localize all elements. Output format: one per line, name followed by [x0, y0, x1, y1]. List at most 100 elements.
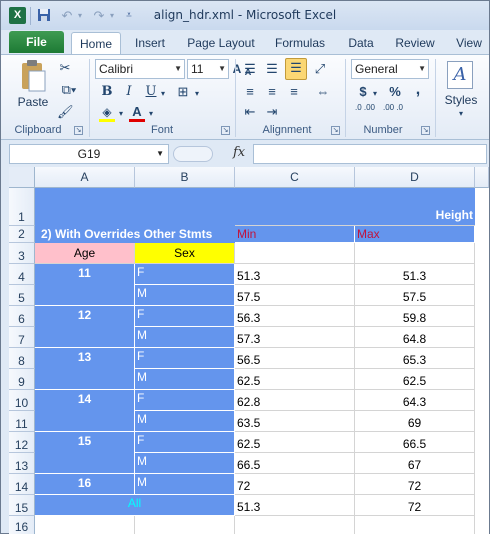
tab-page-layout[interactable]: Page Layout	[182, 32, 260, 54]
name-box[interactable]: G19 ▼	[9, 144, 169, 164]
cell-max[interactable]: 62.5	[355, 369, 475, 390]
align-bottom-icon[interactable]: ☰	[285, 58, 307, 80]
alignment-launcher-icon[interactable]: ↘	[331, 126, 340, 135]
cell-sex[interactable]: F	[135, 432, 235, 453]
cell-d3[interactable]	[355, 243, 475, 264]
align-middle-icon[interactable]: ☰	[263, 60, 281, 78]
cell-min[interactable]: 56.3	[235, 306, 355, 327]
font-name-select[interactable]: Calibri ▼	[95, 59, 185, 79]
cell-min[interactable]: 57.3	[235, 327, 355, 348]
cell-max[interactable]: 59.8	[355, 306, 475, 327]
comma-style-icon[interactable]: ,	[411, 81, 425, 99]
percent-icon[interactable]: %	[387, 83, 403, 101]
chevron-down-icon[interactable]: ▾	[371, 85, 379, 103]
row-header-11[interactable]: 11	[9, 411, 35, 432]
cell-sex[interactable]: F	[135, 390, 235, 411]
row-header-15[interactable]: 15	[9, 495, 35, 516]
cell-max[interactable]: 51.3	[355, 264, 475, 285]
cell-max[interactable]: 64.3	[355, 390, 475, 411]
chevron-down-icon[interactable]: ▾	[453, 105, 469, 123]
cell-max[interactable]: 72	[355, 495, 475, 516]
formula-bar-resizer[interactable]	[173, 146, 213, 162]
cell-min[interactable]: 66.5	[235, 453, 355, 474]
cell-min[interactable]: 56.5	[235, 348, 355, 369]
cell-age[interactable]: 14	[35, 390, 135, 432]
chevron-down-icon[interactable]: ▾	[159, 85, 167, 103]
row-header-13[interactable]: 13	[9, 453, 35, 474]
tab-review[interactable]: Review	[390, 32, 440, 54]
copy-icon[interactable]: ⧉▾	[57, 81, 81, 99]
cell-sex[interactable]: M	[135, 411, 235, 432]
chevron-down-icon[interactable]: ▾	[117, 105, 125, 123]
row-header-5[interactable]: 5	[9, 285, 35, 306]
paste-icon[interactable]	[19, 59, 47, 93]
cell-all[interactable]: All	[35, 495, 235, 516]
cell-d16[interactable]	[355, 516, 475, 534]
cell-min[interactable]: 63.5	[235, 411, 355, 432]
tab-file[interactable]: File	[9, 31, 64, 53]
format-painter-icon[interactable]: 🖌	[57, 103, 74, 121]
cell-max[interactable]: 64.8	[355, 327, 475, 348]
tab-home[interactable]: Home	[71, 32, 121, 54]
cell-sex[interactable]: M	[135, 474, 235, 495]
tab-view[interactable]: View	[450, 32, 488, 54]
cell-c16[interactable]	[235, 516, 355, 534]
cut-icon[interactable]: ✂	[57, 59, 73, 77]
tab-insert[interactable]: Insert	[127, 32, 173, 54]
row-header-6[interactable]: 6	[9, 306, 35, 327]
row-header-1[interactable]: 1	[9, 188, 35, 226]
cell-max[interactable]: 72	[355, 474, 475, 495]
column-header-e[interactable]	[475, 167, 489, 188]
column-header-b[interactable]: B	[135, 167, 235, 188]
cell-age[interactable]: 16	[35, 474, 135, 495]
cell-min[interactable]: 62.5	[235, 432, 355, 453]
styles-icon[interactable]: A	[447, 61, 473, 89]
cell-b16[interactable]	[135, 516, 235, 534]
cell-max[interactable]: 69	[355, 411, 475, 432]
row-header-10[interactable]: 10	[9, 390, 35, 411]
cell-min[interactable]: 51.3	[235, 264, 355, 285]
cell-sex[interactable]: M	[135, 369, 235, 390]
currency-icon[interactable]: $	[355, 83, 371, 101]
row-header-3[interactable]: 3	[9, 243, 35, 264]
cell-max[interactable]: 57.5	[355, 285, 475, 306]
column-header-d[interactable]: D	[355, 167, 475, 188]
column-header-a[interactable]: A	[35, 167, 135, 188]
cell-age[interactable]: 12	[35, 306, 135, 348]
cell-a16[interactable]	[35, 516, 135, 534]
cell-c1-height[interactable]: Height	[235, 188, 475, 226]
cell-max[interactable]: 67	[355, 453, 475, 474]
cell-sex[interactable]: M	[135, 327, 235, 348]
borders-icon[interactable]: ⊞	[173, 83, 193, 101]
select-all-corner[interactable]	[9, 167, 35, 188]
cell-a1-b1[interactable]	[35, 188, 235, 226]
cell-sex[interactable]: F	[135, 348, 235, 369]
cell-min[interactable]: 72	[235, 474, 355, 495]
number-launcher-icon[interactable]: ↘	[421, 126, 430, 135]
paste-button[interactable]: Paste	[15, 95, 51, 109]
cell-sex[interactable]: M	[135, 453, 235, 474]
cell-min[interactable]: 51.3	[235, 495, 355, 516]
number-format-select[interactable]: General ▼	[351, 59, 429, 79]
merge-center-icon[interactable]: ⇔	[311, 83, 335, 101]
cell-c2-min[interactable]: Min	[235, 226, 355, 243]
align-center-icon[interactable]: ≡	[263, 83, 281, 101]
underline-button[interactable]: U	[143, 83, 159, 101]
increase-indent-icon[interactable]: ⇥	[263, 103, 281, 121]
cell-age[interactable]: 15	[35, 432, 135, 474]
row-header-4[interactable]: 4	[9, 264, 35, 285]
cell-min[interactable]: 62.5	[235, 369, 355, 390]
row-header-9[interactable]: 9	[9, 369, 35, 390]
row-header-12[interactable]: 12	[9, 432, 35, 453]
row-header-14[interactable]: 14	[9, 474, 35, 495]
cell-a3-age[interactable]: Age	[35, 243, 135, 264]
row-header-2[interactable]: 2	[9, 226, 35, 243]
bold-button[interactable]: B	[99, 83, 115, 101]
orientation-icon[interactable]: ⤢	[311, 60, 329, 78]
cell-max[interactable]: 65.3	[355, 348, 475, 369]
align-top-icon[interactable]: ☰	[241, 60, 259, 78]
cell-sex[interactable]: M	[135, 285, 235, 306]
cell-min[interactable]: 62.8	[235, 390, 355, 411]
chevron-down-icon[interactable]: ▾	[193, 85, 201, 103]
clipboard-launcher-icon[interactable]: ↘	[74, 126, 83, 135]
